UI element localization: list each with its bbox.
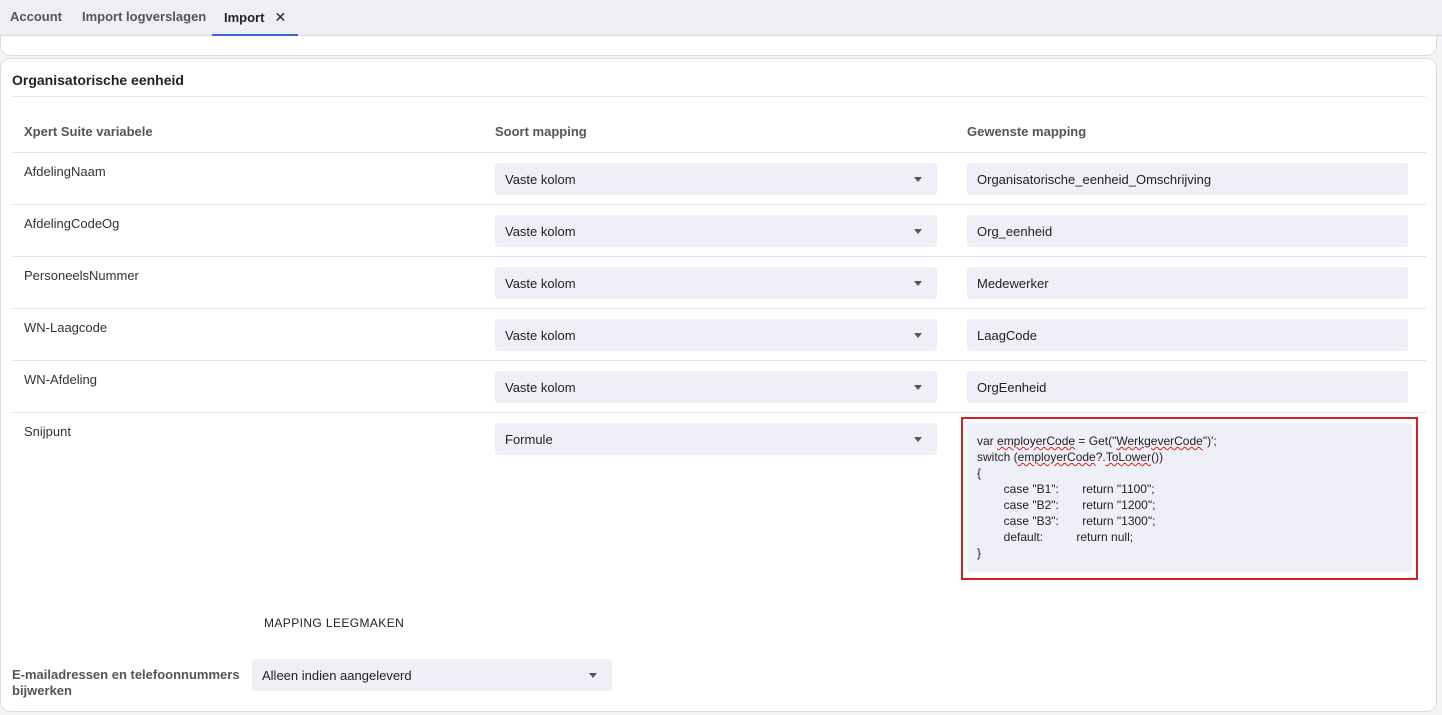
variable-label: WN-Afdeling xyxy=(24,372,97,387)
tab-import-logverslagen-label: Import logverslagen xyxy=(82,9,207,24)
highlight-box: var employerCode = Get("WerkgeverCode")'… xyxy=(961,417,1418,580)
mapping-type-select[interactable]: Vaste kolom xyxy=(495,319,937,351)
chevron-down-icon xyxy=(914,437,922,442)
input-value: LaagCode xyxy=(977,328,1037,343)
variable-label: Snijpunt xyxy=(24,424,71,439)
column-header-variable: Xpert Suite variabele xyxy=(24,124,153,139)
chevron-down-icon xyxy=(914,333,922,338)
select-value: Alleen indien aangeleverd xyxy=(262,668,412,683)
code-line: { xyxy=(977,466,982,480)
clear-mapping-button[interactable]: MAPPING LEEGMAKEN xyxy=(264,616,404,630)
mapping-type-select[interactable]: Vaste kolom xyxy=(495,215,937,247)
mapping-input[interactable]: Organisatorische_eenheid_Omschrijving xyxy=(967,163,1408,195)
select-value: Formule xyxy=(505,432,553,447)
formula-textarea[interactable]: var employerCode = Get("WerkgeverCode")'… xyxy=(967,423,1412,572)
tab-account[interactable]: Account xyxy=(10,0,62,36)
mapping-input[interactable]: Medewerker xyxy=(967,267,1408,299)
mapping-type-select[interactable]: Vaste kolom xyxy=(495,163,937,195)
divider xyxy=(12,96,1426,97)
mapping-input[interactable]: OrgEenheid xyxy=(967,371,1408,403)
variable-label: AfdelingNaam xyxy=(24,164,106,179)
select-value: Vaste kolom xyxy=(505,328,576,343)
email-setting-select[interactable]: Alleen indien aangeleverd xyxy=(252,659,612,691)
chevron-down-icon xyxy=(914,229,922,234)
chevron-down-icon xyxy=(914,177,922,182)
select-value: Vaste kolom xyxy=(505,380,576,395)
variable-label: WN-Laagcode xyxy=(24,320,108,335)
variable-label: PersoneelsNummer xyxy=(24,268,139,283)
select-value: Vaste kolom xyxy=(505,172,576,187)
mapping-type-select[interactable]: Vaste kolom xyxy=(495,267,937,299)
select-value: Vaste kolom xyxy=(505,276,576,291)
mapping-type-select[interactable]: Formule xyxy=(495,423,937,455)
code-line: switch (employerCode?.ToLower()) xyxy=(977,450,1164,464)
code-line: } xyxy=(977,546,982,560)
select-value: Vaste kolom xyxy=(505,224,576,239)
code-line: var employerCode = Get("WerkgeverCode")'… xyxy=(977,434,1217,448)
chevron-down-icon xyxy=(914,281,922,286)
divider xyxy=(12,152,1426,153)
divider xyxy=(12,308,1426,309)
tab-import-logverslagen[interactable]: Import logverslagen xyxy=(82,0,206,36)
column-header-mapping: Gewenste mapping xyxy=(967,124,1087,139)
variable-label: AfdelingCodeOg xyxy=(24,216,120,231)
input-value: Organisatorische_eenheid_Omschrijving xyxy=(977,172,1212,187)
chevron-down-icon xyxy=(914,385,922,390)
code-line: case "B2": return "1200"; xyxy=(977,498,1156,512)
mapping-input[interactable]: LaagCode xyxy=(967,319,1408,351)
column-header-type: Soort mapping xyxy=(495,124,587,139)
input-value: Org_eenheid xyxy=(977,224,1053,239)
code-line: case "B3": return "1300"; xyxy=(977,514,1156,528)
email-setting-label: E-mailadressen en telefoonnummers bijwer… xyxy=(12,667,240,698)
divider xyxy=(12,412,1426,413)
section-title: Organisatorische eenheid xyxy=(12,72,184,88)
chevron-down-icon xyxy=(589,673,597,678)
code-line: default: return null; xyxy=(977,530,1134,544)
divider xyxy=(12,256,1426,257)
tab-import-label: Import xyxy=(224,10,265,25)
mapping-input[interactable]: Org_eenheid xyxy=(967,215,1408,247)
close-icon[interactable]: ✕ xyxy=(274,0,286,34)
mapping-type-select[interactable]: Vaste kolom xyxy=(495,371,937,403)
tab-import[interactable]: Import ✕ xyxy=(212,0,298,36)
input-value: OrgEenheid xyxy=(977,380,1047,395)
tab-account-label: Account xyxy=(10,9,62,24)
divider xyxy=(12,204,1426,205)
tab-bar: Account Import logverslagen Import ✕ xyxy=(0,0,1442,36)
code-line: case "B1": return "1100"; xyxy=(977,482,1155,496)
divider xyxy=(12,360,1426,361)
input-value: Medewerker xyxy=(977,276,1049,291)
previous-card xyxy=(0,36,1437,56)
mapping-card: Organisatorische eenheid Xpert Suite var… xyxy=(0,58,1437,712)
